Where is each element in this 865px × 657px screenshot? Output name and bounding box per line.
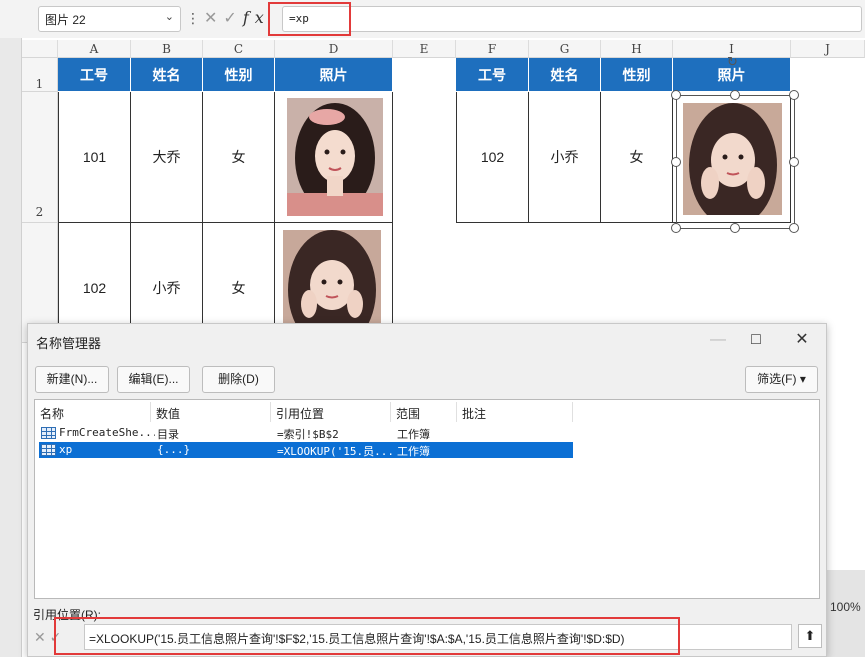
names-list[interactable]: 名称 数值 引用位置 范围 批注 FrmCreateShe... 目录 =索引!… bbox=[34, 399, 820, 599]
column-header-d[interactable]: D bbox=[275, 40, 393, 58]
filter-button[interactable]: 筛选(F) ▾ bbox=[745, 366, 818, 393]
cell-g2[interactable]: 小乔 bbox=[529, 92, 601, 223]
photo-xiaoqiao-left[interactable] bbox=[283, 230, 381, 324]
fx-icon[interactable]: fx bbox=[243, 8, 270, 27]
item-ref: =XLOOKUP('15.员... bbox=[277, 445, 393, 458]
select-all-corner[interactable] bbox=[22, 40, 58, 58]
cell-h2[interactable]: 女 bbox=[601, 92, 673, 223]
list-item-selected[interactable]: xp {...} =XLOOKUP('15.员... 工作簿 bbox=[39, 442, 573, 458]
col-header-name[interactable]: 名称 bbox=[35, 402, 151, 422]
picture-selection-frame bbox=[676, 95, 795, 229]
portrait-image bbox=[287, 98, 383, 216]
new-name-button[interactable]: 新建(N)... bbox=[35, 366, 109, 393]
header-cell-photo[interactable]: 照片 bbox=[275, 58, 393, 92]
confirm-icon[interactable]: ✓ bbox=[223, 10, 242, 27]
header-cell-name[interactable]: 姓名 bbox=[131, 58, 203, 92]
name-grid-icon bbox=[41, 427, 56, 439]
name-grid-icon bbox=[41, 444, 56, 456]
maximize-icon[interactable]: □ bbox=[742, 328, 770, 352]
col-header-scope[interactable]: 范围 bbox=[391, 402, 457, 422]
refers-to-highlight-box bbox=[54, 617, 680, 655]
item-scope: 工作簿 bbox=[397, 445, 430, 458]
list-item[interactable]: FrmCreateShe... 目录 =索引!$B$2 工作簿 bbox=[39, 425, 573, 441]
column-header-g[interactable]: G bbox=[529, 40, 601, 58]
resize-handle-nw[interactable] bbox=[671, 90, 681, 100]
name-manager-dialog: 名称管理器 — □ ✕ 新建(N)... 编辑(E)... 删除(D) 筛选(F… bbox=[27, 323, 827, 657]
header-cell-id[interactable]: 工号 bbox=[58, 58, 131, 92]
col-header-comment[interactable]: 批注 bbox=[457, 402, 573, 422]
rotate-handle-icon[interactable]: ↻ bbox=[727, 54, 738, 70]
name-box[interactable]: 图片 22 ⌄ bbox=[38, 6, 181, 32]
header-cell-gender[interactable]: 性别 bbox=[203, 58, 275, 92]
spreadsheet-window: 图片 22 ⌄ ⋮ ✕✓fx =xp A B C D E F G H I J 1… bbox=[0, 0, 865, 657]
formula-highlight-box bbox=[268, 2, 351, 36]
status-corner: 100% bbox=[826, 570, 865, 657]
resize-handle-sw[interactable] bbox=[671, 223, 681, 233]
cell-c2[interactable]: 女 bbox=[203, 92, 275, 223]
name-box-value: 图片 22 bbox=[45, 13, 86, 27]
col-header-refers-to[interactable]: 引用位置 bbox=[271, 402, 391, 422]
cancel-icon[interactable]: ✕ bbox=[204, 10, 223, 27]
cell-b2[interactable]: 大乔 bbox=[131, 92, 203, 223]
formula-icons: ✕✓fx bbox=[204, 8, 270, 28]
col-header-value[interactable]: 数值 bbox=[151, 402, 271, 422]
item-value: 目录 bbox=[157, 428, 179, 441]
edit-name-button[interactable]: 编辑(E)... bbox=[117, 366, 190, 393]
resize-handle-n[interactable] bbox=[730, 90, 740, 100]
item-name: xp bbox=[59, 443, 73, 456]
column-header-j[interactable]: J bbox=[791, 40, 865, 58]
item-ref: =索引!$B$2 bbox=[277, 428, 339, 441]
item-name: FrmCreateShe... bbox=[59, 426, 155, 439]
zoom-level[interactable]: 100% bbox=[830, 600, 861, 614]
resize-handle-w[interactable] bbox=[671, 157, 681, 167]
dialog-title: 名称管理器 bbox=[36, 336, 102, 351]
item-value: {...} bbox=[157, 443, 191, 456]
minimize-icon: — bbox=[710, 331, 726, 348]
column-header-c[interactable]: C bbox=[203, 40, 275, 58]
delete-name-button[interactable]: 删除(D) bbox=[202, 366, 275, 393]
resize-handle-e[interactable] bbox=[789, 157, 799, 167]
column-header-a[interactable]: A bbox=[58, 40, 131, 58]
item-scope: 工作簿 bbox=[397, 428, 430, 441]
more-options-icon[interactable]: ⋮ bbox=[186, 10, 200, 27]
left-pane-strip bbox=[0, 0, 22, 657]
column-header-f[interactable]: F bbox=[456, 40, 529, 58]
collapse-dialog-icon[interactable]: ⬆ bbox=[798, 624, 822, 648]
resize-handle-ne[interactable] bbox=[789, 90, 799, 100]
resize-handle-s[interactable] bbox=[730, 223, 740, 233]
cell-f2[interactable]: 102 bbox=[456, 92, 529, 223]
row-header-2[interactable]: 2 bbox=[22, 92, 58, 223]
photo-daqiao[interactable] bbox=[287, 98, 383, 216]
close-icon[interactable]: ✕ bbox=[788, 328, 816, 352]
column-header-h[interactable]: H bbox=[601, 40, 673, 58]
column-header-b[interactable]: B bbox=[131, 40, 203, 58]
lookup-header-id[interactable]: 工号 bbox=[456, 58, 529, 92]
lookup-header-name[interactable]: 姓名 bbox=[529, 58, 601, 92]
resize-handle-se[interactable] bbox=[789, 223, 799, 233]
chevron-down-icon[interactable]: ⌄ bbox=[165, 10, 174, 23]
cell-a2[interactable]: 101 bbox=[58, 92, 131, 223]
portrait-image bbox=[283, 230, 381, 324]
column-header-e[interactable]: E bbox=[393, 40, 456, 58]
formula-input[interactable]: =xp bbox=[282, 6, 862, 32]
lookup-header-gender[interactable]: 性别 bbox=[601, 58, 673, 92]
row-header-1[interactable]: 1 bbox=[22, 58, 58, 92]
